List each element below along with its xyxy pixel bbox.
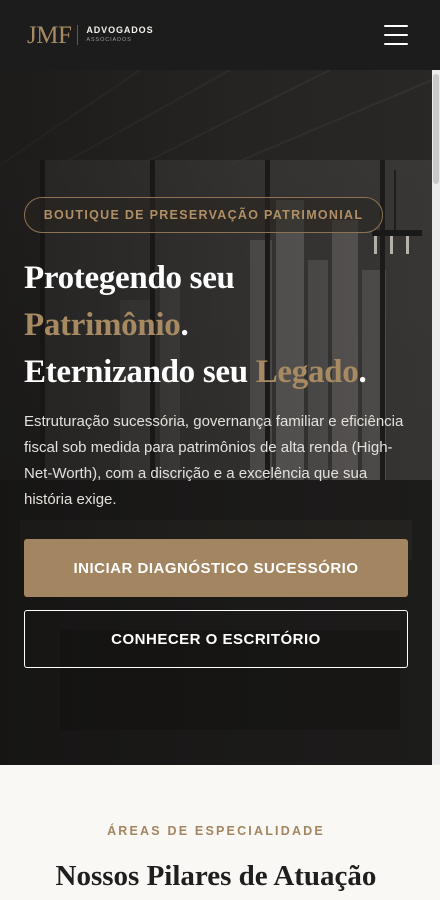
logo-sub: ASSOCIADOS bbox=[86, 37, 132, 44]
headline-line-2: Patrimônio. bbox=[24, 302, 424, 349]
headline-gold-word: Legado bbox=[255, 354, 359, 390]
logo-text: ADVOGADOS ASSOCIADOS bbox=[86, 26, 153, 44]
hero-headline: Protegendo seu Patrimônio. Eternizando s… bbox=[24, 255, 424, 396]
hero-section: BOUTIQUE DE PRESERVAÇÃO PATRIMONIAL Prot… bbox=[0, 70, 432, 765]
scrollbar[interactable] bbox=[432, 70, 440, 765]
menu-bar bbox=[384, 34, 408, 36]
specialties-section: ÁREAS DE ESPECIALIDADE Nossos Pilares de… bbox=[0, 765, 440, 900]
scrollbar-thumb[interactable] bbox=[433, 74, 439, 184]
logo-divider bbox=[77, 25, 79, 45]
site-header: JMF ADVOGADOS ASSOCIADOS bbox=[0, 0, 440, 70]
start-diagnosis-button[interactable]: INICIAR DIAGNÓSTICO SUCESSÓRIO bbox=[24, 539, 408, 597]
about-office-button[interactable]: CONHECER O ESCRITÓRIO bbox=[24, 610, 408, 668]
headline-gold-word: Patrimônio bbox=[24, 307, 181, 343]
menu-bar bbox=[384, 25, 408, 27]
headline-line-3-text: Eternizando seu bbox=[24, 354, 256, 390]
hero-badge: BOUTIQUE DE PRESERVAÇÃO PATRIMONIAL bbox=[24, 197, 383, 233]
headline-line-3: Eternizando seu Legado. bbox=[24, 349, 424, 396]
hero-description: Estruturação sucessória, governança fami… bbox=[24, 413, 404, 508]
headline-period: . bbox=[180, 307, 189, 343]
logo-name: ADVOGADOS bbox=[86, 25, 154, 36]
logo[interactable]: JMF ADVOGADOS ASSOCIADOS bbox=[27, 23, 153, 48]
section-kicker: ÁREAS DE ESPECIALIDADE bbox=[107, 824, 325, 838]
logo-mark: JMF bbox=[27, 21, 72, 49]
hamburger-menu-icon[interactable] bbox=[384, 25, 408, 45]
menu-bar bbox=[384, 43, 408, 45]
headline-period: . bbox=[358, 354, 367, 390]
section-title: Nossos Pilares de Atuação bbox=[55, 860, 377, 892]
headline-line-1: Protegendo seu bbox=[24, 260, 235, 296]
